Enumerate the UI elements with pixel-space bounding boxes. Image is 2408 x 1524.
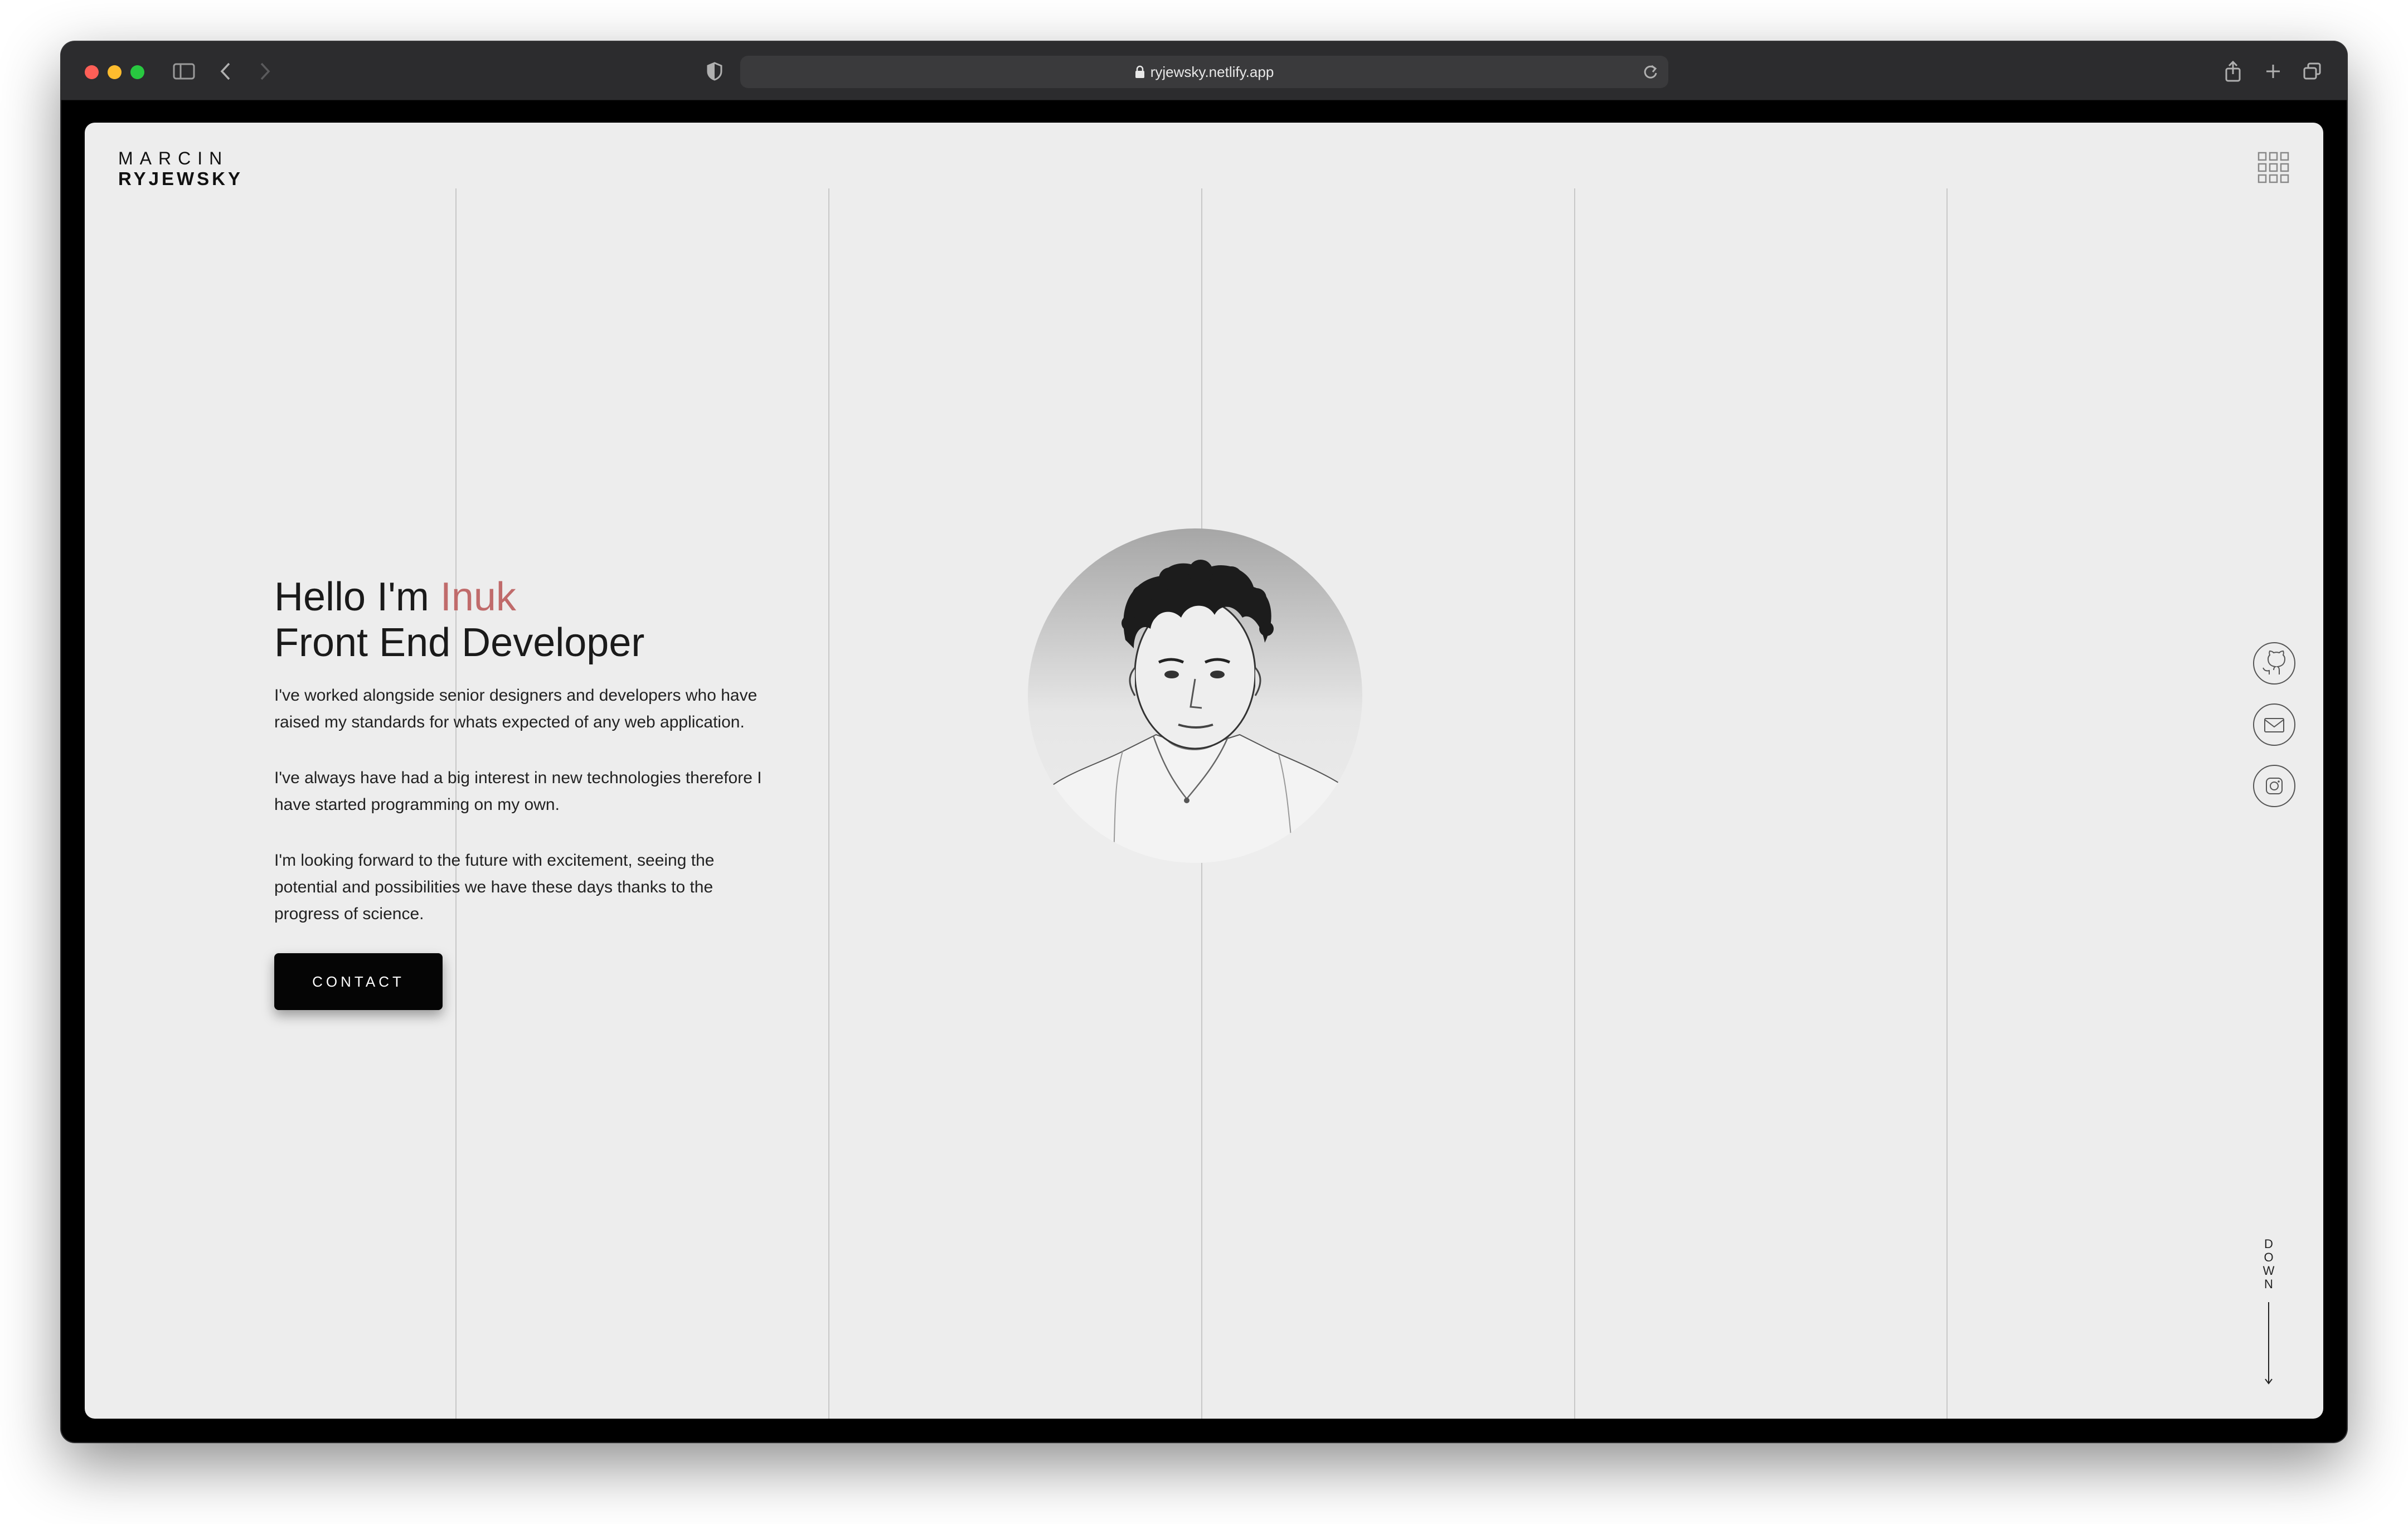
forward-icon[interactable] [254, 57, 276, 85]
grid-line [1574, 188, 1575, 1419]
share-icon[interactable] [2222, 57, 2244, 85]
hero-name: Inuk [440, 575, 516, 619]
greeting-prefix: Hello I'm [274, 575, 440, 619]
reload-icon[interactable] [1643, 64, 1658, 84]
browser-window: ryjewsky.netlify.app MARCIN RYJEWSKY Hel… [61, 42, 2347, 1442]
minimize-window-button[interactable] [108, 65, 122, 79]
shield-icon[interactable] [703, 57, 726, 85]
grid-menu-icon[interactable] [2258, 152, 2290, 184]
portrait-image [1028, 528, 1362, 863]
down-letter: D [2264, 1237, 2273, 1251]
down-letter: O [2264, 1250, 2274, 1264]
maximize-window-button[interactable] [130, 65, 144, 79]
lock-icon [1135, 65, 1145, 79]
instagram-icon[interactable] [2252, 764, 2297, 808]
new-tab-icon[interactable] [2262, 57, 2284, 85]
intro-paragraph-3: I'm looking forward to the future with e… [274, 851, 715, 923]
hero-heading: Hello I'm Inuk Front End Developer [274, 574, 776, 666]
grid-line [828, 188, 829, 1419]
github-icon[interactable] [2252, 641, 2297, 686]
back-icon[interactable] [215, 57, 237, 85]
grid-line [1946, 188, 1948, 1419]
page-viewport: MARCIN RYJEWSKY Hello I'm Inuk Front End… [85, 123, 2323, 1419]
sidebar-icon[interactable] [170, 57, 198, 85]
hero-role: Front End Developer [274, 620, 645, 665]
close-window-button[interactable] [85, 65, 99, 79]
contact-button[interactable]: CONTACT [274, 953, 443, 1010]
intro-paragraph-2: I've always have had a big interest in n… [274, 769, 762, 814]
intro-paragraph-1: I've worked alongside senior designers a… [274, 686, 758, 731]
url-text: ryjewsky.netlify.app [1150, 63, 1274, 80]
tab-overview-icon[interactable] [2301, 57, 2323, 85]
site-logo[interactable]: MARCIN RYJEWSKY [118, 148, 243, 190]
down-letter: W [2263, 1264, 2275, 1278]
mail-icon[interactable] [2252, 702, 2297, 747]
browser-toolbar: ryjewsky.netlify.app [61, 42, 2347, 100]
logo-first-name: MARCIN [118, 148, 229, 168]
down-letter: N [2264, 1277, 2273, 1291]
address-bar[interactable]: ryjewsky.netlify.app [740, 56, 1668, 88]
arrow-down-icon [2265, 1302, 2273, 1385]
logo-last-name: RYJEWSKY [118, 168, 243, 189]
scroll-down-indicator[interactable]: D O W N [2258, 1237, 2280, 1389]
hero-section: Hello I'm Inuk Front End Developer I've … [274, 574, 776, 1010]
